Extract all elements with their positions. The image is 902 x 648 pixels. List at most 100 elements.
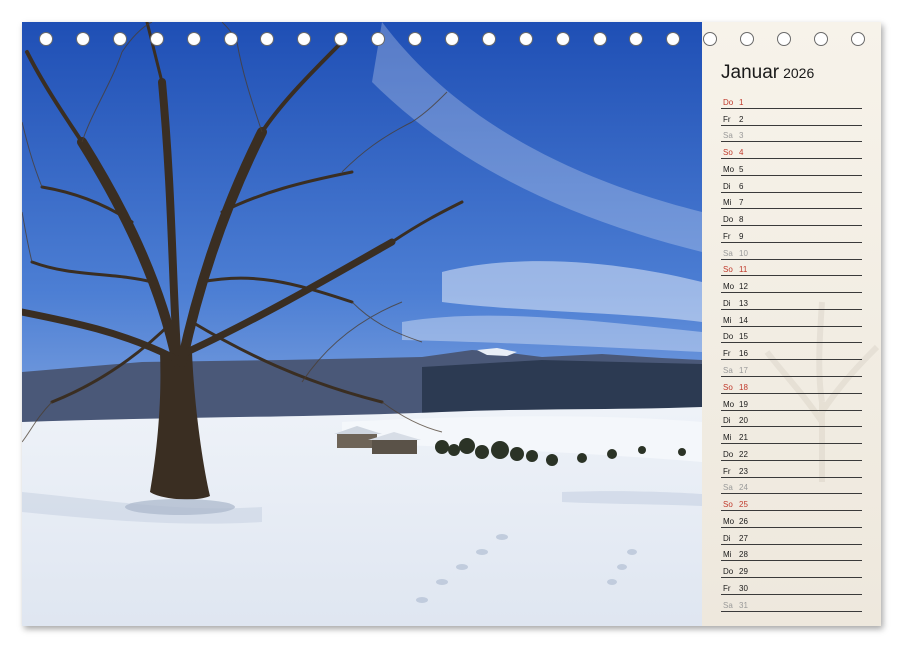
- day-name: Do: [723, 332, 734, 342]
- day-number: 15: [739, 332, 748, 342]
- day-number: 30: [739, 583, 748, 593]
- day-name: Di: [723, 533, 731, 543]
- day-row: Mo 26: [721, 511, 862, 528]
- day-number: 19: [739, 399, 748, 409]
- day-number: 23: [739, 466, 748, 476]
- day-name: Fr: [723, 466, 731, 476]
- day-row: Di 13: [721, 293, 862, 310]
- day-name: Mo: [723, 516, 735, 526]
- day-number: 1: [739, 97, 744, 107]
- day-number: 4: [739, 148, 744, 158]
- binding-hole: [481, 32, 496, 46]
- day-row: Mi 21: [721, 427, 862, 445]
- binding-hole: [39, 32, 53, 46]
- binding-hole: [850, 32, 865, 46]
- day-number: 28: [739, 550, 748, 560]
- day-name: Fr: [723, 349, 731, 359]
- day-row: Do 1: [721, 92, 862, 109]
- day-row: Mi 7: [721, 193, 862, 210]
- day-row: So 25: [721, 494, 862, 512]
- day-name: Sa: [723, 131, 733, 141]
- day-row: Mi 28: [721, 545, 862, 562]
- binding-hole: [813, 32, 828, 46]
- day-row: Fr 2: [721, 109, 862, 126]
- day-name: Sa: [723, 600, 733, 610]
- day-number: 9: [739, 231, 744, 241]
- day-name: Mo: [723, 282, 735, 292]
- day-number: 31: [739, 600, 748, 610]
- day-name: Sa: [723, 366, 733, 376]
- binding-hole: [666, 32, 681, 46]
- day-row: So 11: [721, 260, 862, 277]
- day-number: 25: [739, 500, 748, 510]
- day-row: Di 20: [721, 411, 862, 428]
- calendar-page: Januar 2026 Do 1 Fr 2 Sa 3 So 4 Mo 5 Di 6 Mi 7 Do 8 Fr 9 Sa…: [22, 22, 881, 626]
- day-number: 24: [739, 483, 748, 493]
- month-name: Januar: [721, 62, 780, 83]
- day-name: Mo: [723, 164, 735, 174]
- day-name: So: [723, 265, 733, 275]
- binding-hole: [629, 32, 644, 46]
- day-list: Do 1 Fr 2 Sa 3 So 4 Mo 5 Di 6 Mi 7 Do 8 Fr 9 Sa 10 So 11 Mo 12 D…: [721, 92, 862, 612]
- day-row: Sa 24: [721, 478, 862, 495]
- day-number: 26: [739, 516, 748, 526]
- day-name: Mo: [723, 399, 735, 409]
- day-name: Di: [723, 298, 731, 308]
- binding-hole: [260, 32, 275, 46]
- binding-hole: [408, 32, 422, 46]
- day-row: Mo 5: [721, 159, 862, 176]
- day-row: Fr 16: [721, 343, 862, 361]
- day-number: 5: [739, 164, 744, 174]
- day-name: Fr: [723, 583, 731, 593]
- day-number: 7: [739, 198, 744, 208]
- day-number: 13: [739, 298, 748, 308]
- day-row: Mi 14: [721, 310, 862, 327]
- day-number: 21: [739, 433, 748, 443]
- binding-hole: [371, 32, 386, 46]
- day-number: 2: [739, 114, 744, 124]
- day-name: Do: [723, 215, 734, 225]
- day-row: Do 29: [721, 561, 862, 579]
- calendar-side-panel: Januar 2026 Do 1 Fr 2 Sa 3 So 4 Mo 5 Di 6 Mi 7 Do 8 Fr 9 Sa…: [702, 22, 881, 626]
- day-row: So 18: [721, 377, 862, 394]
- day-number: 27: [739, 533, 748, 543]
- landscape-photo: [22, 22, 702, 626]
- day-row: Do 8: [721, 209, 862, 227]
- day-row: Di 6: [721, 176, 862, 193]
- day-row: Mo 19: [721, 394, 862, 411]
- day-number: 12: [739, 282, 748, 292]
- day-number: 16: [739, 349, 748, 359]
- day-row: Sa 17: [721, 360, 862, 378]
- day-row: So 4: [721, 142, 862, 160]
- day-number: 29: [739, 567, 748, 577]
- spiral-binding: [22, 32, 881, 62]
- day-name: Do: [723, 97, 734, 107]
- binding-hole: [592, 32, 607, 46]
- day-number: 3: [739, 131, 744, 141]
- binding-hole: [555, 32, 570, 46]
- binding-hole: [518, 32, 533, 46]
- day-row: Sa 10: [721, 243, 862, 260]
- day-name: Fr: [723, 231, 731, 241]
- day-name: So: [723, 148, 733, 158]
- day-name: Di: [723, 416, 731, 426]
- binding-hole: [334, 32, 349, 46]
- day-row: Fr 30: [721, 578, 862, 595]
- day-number: 14: [739, 315, 748, 325]
- binding-hole: [112, 32, 127, 46]
- day-number: 22: [739, 449, 748, 459]
- binding-hole: [444, 32, 459, 46]
- binding-hole: [223, 32, 238, 46]
- day-number: 11: [739, 265, 748, 275]
- day-name: Sa: [723, 483, 733, 493]
- binding-hole: [297, 32, 312, 46]
- day-number: 17: [739, 366, 748, 376]
- binding-hole: [75, 32, 90, 46]
- day-number: 10: [739, 248, 748, 258]
- binding-hole: [777, 32, 791, 46]
- day-row: Do 15: [721, 327, 862, 344]
- day-name: Do: [723, 449, 734, 459]
- binding-hole: [186, 32, 201, 46]
- month-title: Januar 2026: [721, 62, 814, 88]
- day-name: Sa: [723, 248, 733, 258]
